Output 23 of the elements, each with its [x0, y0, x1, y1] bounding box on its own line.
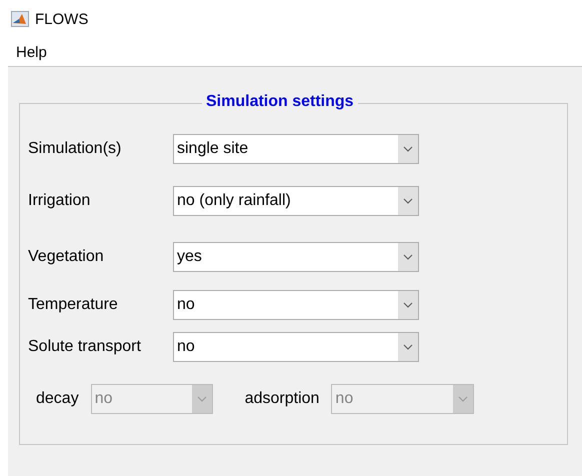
chevron-down-icon [403, 344, 413, 350]
field-label: adsorption [244, 390, 320, 408]
chevron-down-icon [403, 198, 413, 204]
field-label: Simulation(s) [28, 140, 122, 158]
dropdown[interactable]: no [173, 290, 419, 320]
dropdown[interactable]: no [173, 332, 419, 362]
field-label: Solute transport [28, 338, 142, 356]
chevron-down-icon [458, 396, 468, 402]
field-label: Vegetation [28, 248, 105, 266]
dropdown[interactable]: yes [173, 242, 419, 272]
window-title: FLOWS [35, 10, 88, 28]
panel-title: Simulation settings [202, 93, 358, 111]
menu-item[interactable]: Help [16, 44, 47, 60]
app-logo-icon [11, 11, 29, 27]
dropdown[interactable]: single site [173, 134, 419, 164]
dropdown[interactable]: no (only rainfall) [173, 186, 419, 216]
field-label: decay [36, 390, 79, 408]
chevron-down-icon [403, 254, 413, 260]
chevron-down-icon [403, 146, 413, 152]
field-label: Irrigation [28, 192, 92, 210]
field-label: Temperature [28, 296, 119, 314]
chevron-down-icon [196, 396, 207, 402]
chevron-down-icon [403, 302, 413, 308]
